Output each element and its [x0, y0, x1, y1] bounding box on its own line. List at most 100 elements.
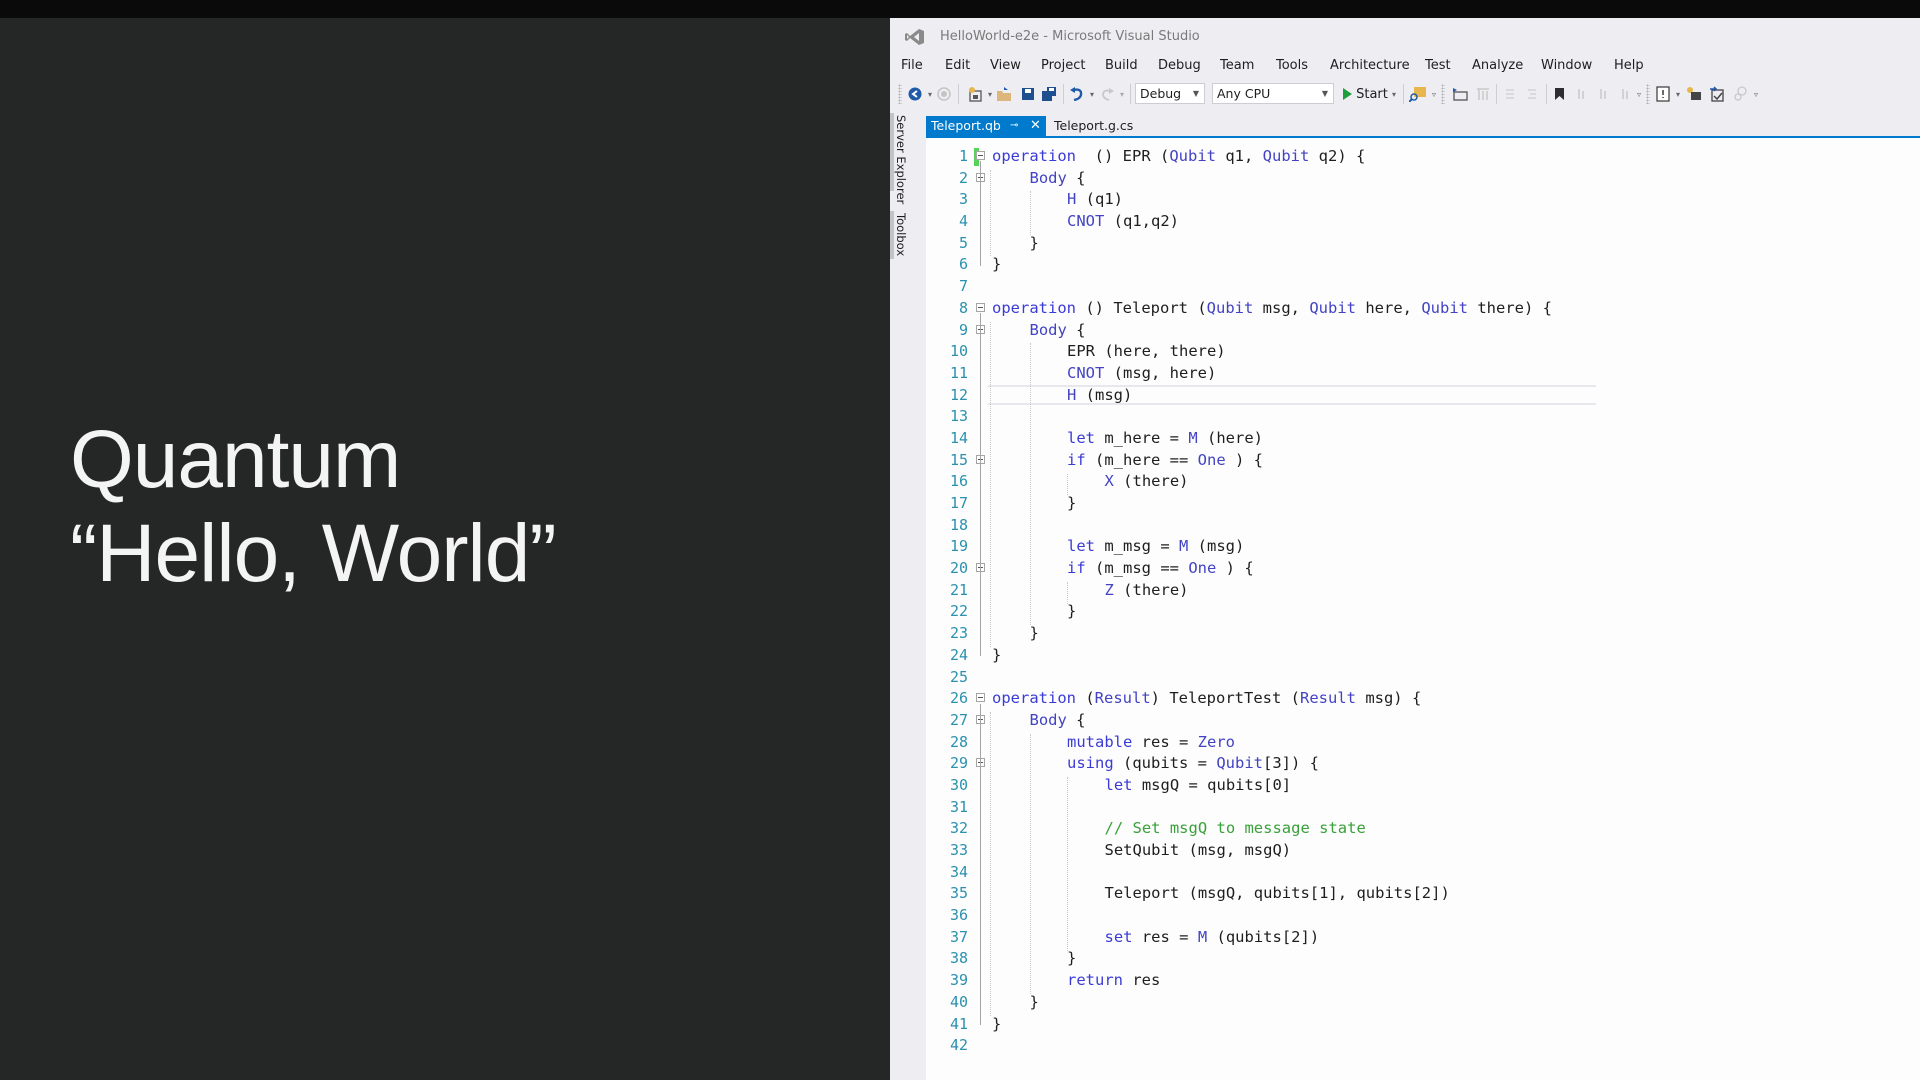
collapse-icon[interactable]	[976, 302, 985, 312]
overflow-icon[interactable]: ▿	[1430, 85, 1438, 103]
code-line[interactable]: 9 Body {	[926, 320, 1920, 342]
code-line[interactable]: 10 EPR (here, there)	[926, 341, 1920, 363]
next-bookmark-icon[interactable]	[1595, 85, 1611, 103]
code-line[interactable]: 18	[926, 515, 1920, 537]
toolbar-grip[interactable]	[1646, 84, 1650, 104]
new-project-icon[interactable]	[966, 85, 984, 103]
bookmark-icon[interactable]	[1552, 85, 1566, 103]
code-line[interactable]: 29 using (qubits = Qubit[3]) {	[926, 753, 1920, 775]
navigate-back-icon[interactable]	[907, 85, 923, 103]
code-editor[interactable]: 1 operation () EPR (Qubit q1, Qubit q2) {…	[926, 138, 1920, 1080]
code-line[interactable]: 20 if (m_msg == One ) {	[926, 558, 1920, 580]
code-line[interactable]: 31	[926, 797, 1920, 819]
menu-window[interactable]: Window	[1541, 58, 1592, 73]
menu-project[interactable]: Project	[1041, 58, 1085, 73]
properties-icon[interactable]	[1474, 85, 1492, 103]
find-in-files-icon[interactable]	[1408, 85, 1428, 103]
code-line[interactable]: 11 CNOT (msg, here)	[926, 363, 1920, 385]
undo-dropdown-icon[interactable]: ▾	[1088, 85, 1096, 103]
code-line[interactable]: 21 Z (there)	[926, 580, 1920, 602]
code-line[interactable]: 27 Body {	[926, 710, 1920, 732]
tab-teleport-g-cs[interactable]: Teleport.g.cs	[1054, 116, 1133, 136]
start-icon[interactable]	[1340, 85, 1354, 103]
back-dropdown-icon[interactable]: ▾	[926, 85, 934, 103]
solution-explorer-icon[interactable]	[1450, 85, 1470, 103]
code-line[interactable]: 39 return res	[926, 970, 1920, 992]
prev-bookmark-icon[interactable]	[1573, 85, 1589, 103]
code-line[interactable]: 38}	[926, 948, 1920, 970]
menu-debug[interactable]: Debug	[1158, 58, 1201, 73]
toolbar-grip[interactable]	[1441, 84, 1445, 104]
start-dropdown-icon[interactable]: ▾	[1390, 85, 1398, 103]
code-line[interactable]: 36	[926, 905, 1920, 927]
toolbar-grip[interactable]	[898, 84, 902, 104]
undo-icon[interactable]	[1068, 85, 1086, 103]
code-line[interactable]: 3 H (q1)	[926, 189, 1920, 211]
code-line[interactable]: 35 Teleport (msgQ, qubits[1], qubits[2])	[926, 883, 1920, 905]
code-line[interactable]: 13	[926, 406, 1920, 428]
code-line[interactable]: 4 CNOT (q1,q2)	[926, 211, 1920, 233]
redo-icon[interactable]	[1098, 85, 1116, 103]
new-project-dropdown-icon[interactable]: ▾	[986, 85, 994, 103]
clear-bookmark-icon[interactable]	[1617, 85, 1633, 103]
code-line[interactable]: 32 // Set msgQ to message state	[926, 818, 1920, 840]
code-line[interactable]: 25	[926, 667, 1920, 689]
code-line[interactable]: 1 operation () EPR (Qubit q1, Qubit q2) {	[926, 146, 1920, 168]
code-line[interactable]: 42	[926, 1035, 1920, 1057]
code-line[interactable]: 14 let m_here = M (here)	[926, 428, 1920, 450]
redo-dropdown-icon[interactable]: ▾	[1118, 85, 1126, 103]
code-line[interactable]: 34	[926, 862, 1920, 884]
code-line[interactable]: 33 SetQubit (msg, msgQ)	[926, 840, 1920, 862]
menu-test[interactable]: Test	[1425, 58, 1451, 73]
tab-teleport-qb[interactable]: Teleport.qb ⊸ ✕	[926, 116, 1046, 136]
menu-file[interactable]: File	[901, 58, 923, 73]
code-line[interactable]: 17}	[926, 493, 1920, 515]
code-line[interactable]: 40}	[926, 992, 1920, 1014]
team-icon[interactable]	[1732, 85, 1750, 103]
code-line[interactable]: 15 if (m_here == One ) {	[926, 450, 1920, 472]
toolbox-tab[interactable]: Toolbox	[894, 213, 908, 256]
new-item-dropdown-icon[interactable]: ▾	[1674, 85, 1682, 103]
checkin-icon[interactable]	[1708, 85, 1726, 103]
code-line[interactable]: 16 X (there)	[926, 471, 1920, 493]
code-line[interactable]: 23}	[926, 623, 1920, 645]
start-button[interactable]: Start	[1356, 85, 1388, 103]
code-line[interactable]: 26 operation (Result) TeleportTest (Resul…	[926, 688, 1920, 710]
code-line[interactable]: 19 let m_msg = M (msg)	[926, 536, 1920, 558]
comment-icon[interactable]	[1502, 85, 1518, 103]
menu-tools[interactable]: Tools	[1276, 58, 1308, 73]
menu-analyze[interactable]: Analyze	[1472, 58, 1523, 73]
menu-build[interactable]: Build	[1105, 58, 1138, 73]
save-icon[interactable]	[1019, 85, 1037, 103]
solution-platform-dropdown[interactable]: Any CPU ▼	[1212, 83, 1334, 104]
code-line[interactable]: 37 set res = M (qubits[2])	[926, 927, 1920, 949]
code-line[interactable]: 24}	[926, 645, 1920, 667]
collapse-icon[interactable]	[976, 693, 985, 703]
close-icon[interactable]: ✕	[1030, 116, 1041, 136]
code-line[interactable]: 30 let msgQ = qubits[0]	[926, 775, 1920, 797]
code-line[interactable]: 41}	[926, 1014, 1920, 1036]
overflow-icon[interactable]: ▿	[1635, 85, 1643, 103]
open-file-icon[interactable]	[995, 85, 1013, 103]
solution-configuration-dropdown[interactable]: Debug ▼	[1135, 83, 1205, 104]
overflow-icon[interactable]: ▿	[1752, 85, 1760, 103]
code-line[interactable]: 22}	[926, 601, 1920, 623]
code-line[interactable]: 2 Body {	[926, 168, 1920, 190]
code-line[interactable]: 28 mutable res = Zero	[926, 732, 1920, 754]
server-explorer-tab[interactable]: Server Explorer	[894, 115, 908, 204]
save-all-icon[interactable]	[1040, 85, 1058, 103]
code-line[interactable]: 5}	[926, 233, 1920, 255]
collapse-icon[interactable]	[976, 151, 985, 160]
menu-team[interactable]: Team	[1220, 58, 1254, 73]
code-line[interactable]: 12 H (msg)	[926, 384, 1920, 407]
new-item-icon[interactable]	[1654, 85, 1672, 103]
menu-architecture[interactable]: Architecture	[1330, 58, 1410, 73]
uncomment-icon[interactable]	[1524, 85, 1540, 103]
menu-help[interactable]: Help	[1614, 58, 1644, 73]
pin-icon[interactable]: ⊸	[1010, 116, 1018, 136]
add-existing-icon[interactable]	[1685, 85, 1703, 103]
code-line[interactable]: 7	[926, 276, 1920, 298]
code-line[interactable]: 6}	[926, 254, 1920, 276]
navigate-forward-icon[interactable]	[936, 85, 952, 103]
menu-edit[interactable]: Edit	[945, 58, 970, 73]
